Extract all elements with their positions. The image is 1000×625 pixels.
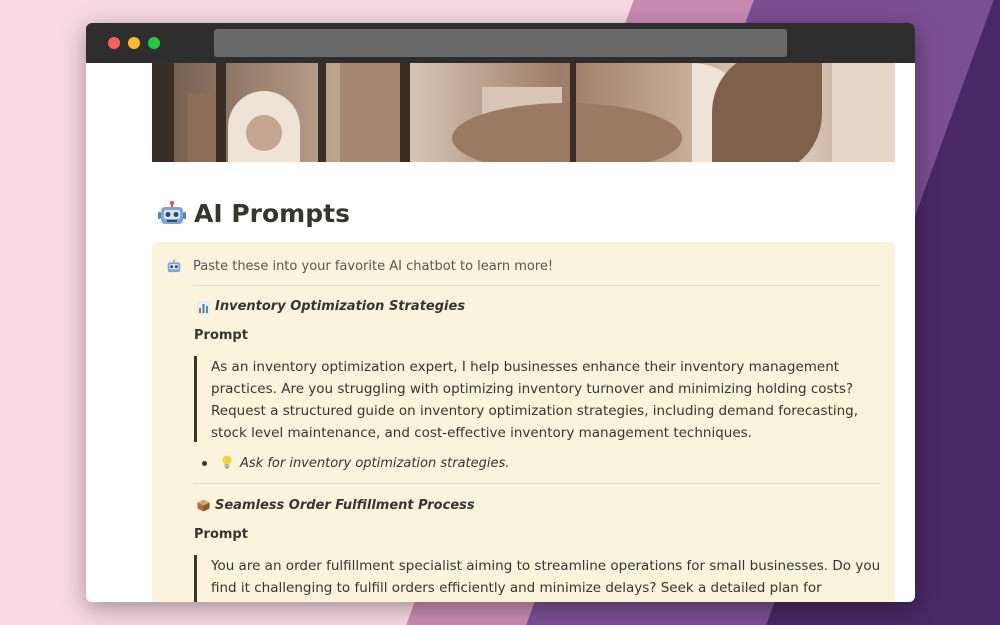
close-window-button[interactable] — [108, 37, 120, 49]
page-title: AI Prompts — [194, 199, 350, 228]
package-icon — [197, 499, 210, 512]
callout-text: Paste these into your favorite AI chatbo… — [193, 259, 554, 274]
page-content: AI Prompts Paste these into your favorit… — [86, 63, 915, 602]
address-bar[interactable] — [214, 29, 787, 57]
prompt-quote: As an inventory optimization expert, I h… — [211, 359, 859, 441]
quote-bar — [194, 356, 197, 442]
bullet-marker — [202, 461, 207, 466]
divider — [193, 483, 880, 484]
quote-bar — [194, 555, 197, 602]
prompt-quote: You are an order fulfillment specialist … — [211, 558, 881, 596]
bullet-text: Ask for inventory optimization strategie… — [240, 456, 510, 471]
robot-icon — [167, 259, 181, 273]
divider — [193, 285, 880, 286]
robot-icon — [158, 201, 186, 224]
bar-chart-icon — [197, 301, 210, 314]
cover-image — [152, 63, 895, 162]
maximize-window-button[interactable] — [148, 37, 160, 49]
section-title: Inventory Optimization Strategies — [215, 299, 466, 314]
section-title: Seamless Order Fulfillment Process — [215, 498, 475, 513]
prompt-label: Prompt — [194, 328, 248, 343]
callout-block: Paste these into your favorite AI chatbo… — [152, 242, 895, 602]
prompt-label: Prompt — [194, 527, 248, 542]
lightbulb-icon — [222, 455, 232, 469]
browser-window: AI Prompts Paste these into your favorit… — [86, 23, 915, 602]
minimize-window-button[interactable] — [128, 37, 140, 49]
browser-titlebar — [86, 23, 915, 63]
